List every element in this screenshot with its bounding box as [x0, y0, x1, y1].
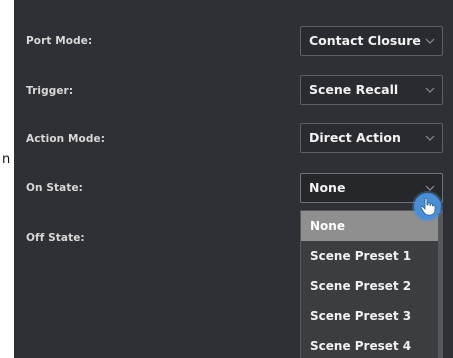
hand-pointer-icon — [414, 193, 441, 220]
edge-text-fragment: n — [2, 152, 11, 167]
dropdown-scrollbar[interactable] — [438, 211, 442, 358]
off-state-label: Off State: — [26, 232, 85, 244]
port-mode-value: Contact Closure — [309, 33, 421, 48]
on-state-dropdown-list: None Scene Preset 1 Scene Preset 2 Scene… — [300, 210, 443, 358]
dropdown-option-scene-preset-4[interactable]: Scene Preset 4 — [301, 331, 442, 358]
trigger-select[interactable]: Scene Recall — [300, 75, 443, 105]
chevron-down-icon — [425, 184, 435, 192]
on-state-label: On State: — [26, 182, 83, 194]
dropdown-option-scene-preset-2[interactable]: Scene Preset 2 — [301, 271, 442, 301]
dropdown-option-scene-preset-3[interactable]: Scene Preset 3 — [301, 301, 442, 331]
chevron-down-icon — [425, 134, 435, 142]
on-state-value: None — [309, 180, 346, 195]
trigger-value: Scene Recall — [309, 82, 399, 97]
action-mode-label: Action Mode: — [26, 133, 106, 145]
port-mode-select[interactable]: Contact Closure — [300, 26, 443, 56]
chevron-down-icon — [425, 86, 435, 94]
action-mode-select[interactable]: Direct Action — [300, 123, 443, 153]
dropdown-option-scene-preset-1[interactable]: Scene Preset 1 — [301, 241, 442, 271]
trigger-label: Trigger: — [26, 85, 74, 97]
settings-panel: Port Mode: Contact Closure Trigger: Scen… — [14, 0, 453, 358]
action-mode-value: Direct Action — [309, 130, 401, 145]
port-mode-label: Port Mode: — [26, 35, 93, 47]
chevron-down-icon — [425, 37, 435, 45]
